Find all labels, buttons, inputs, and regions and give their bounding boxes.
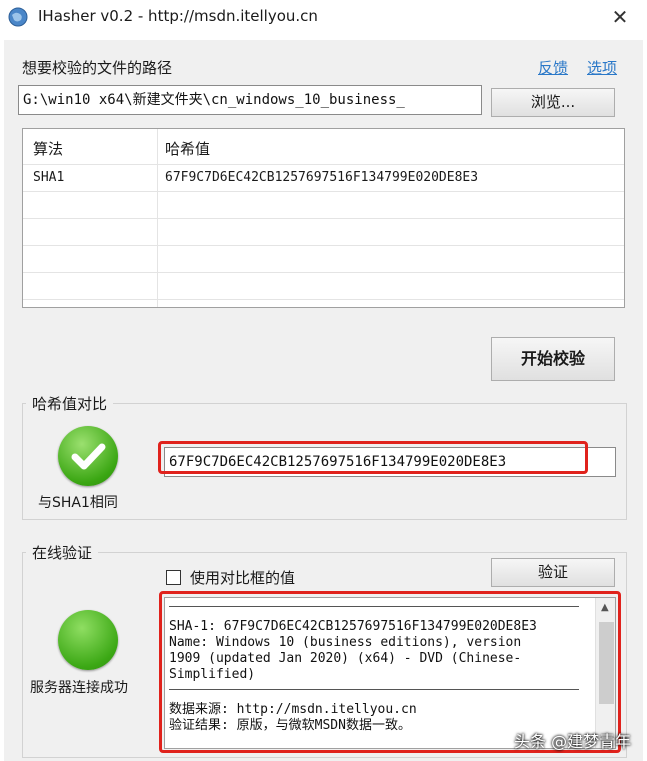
verify-button[interactable]: 验证 xyxy=(491,558,615,587)
file-path-input[interactable]: G:\win10 x64\新建文件夹\cn_windows_10_busines… xyxy=(18,85,482,115)
row-hash: 67F9C7D6EC42CB1257697516F134799E020DE8E3 xyxy=(165,170,479,185)
header-algorithm: 算法 xyxy=(33,140,64,158)
table-row[interactable]: SHA1 67F9C7D6EC42CB1257697516F134799E020… xyxy=(23,165,624,192)
use-compare-label: 使用对比框的值 xyxy=(190,569,296,587)
compare-highlight-box xyxy=(158,441,588,474)
compare-status-text: 与SHA1相同 xyxy=(38,495,118,511)
feedback-link[interactable]: 反馈 xyxy=(538,57,568,78)
close-icon[interactable]: ✕ xyxy=(606,5,634,29)
table-header-row: 算法 哈希值 xyxy=(23,129,624,165)
title-bar: IHasher v0.2 - http://msdn.itellyou.cn ✕ xyxy=(0,0,647,34)
table-row-empty xyxy=(23,246,624,273)
options-link[interactable]: 选项 xyxy=(587,57,617,78)
online-status-text: 服务器连接成功 xyxy=(30,680,128,696)
check-circle-icon xyxy=(58,426,118,486)
start-verify-button[interactable]: 开始校验 xyxy=(491,337,615,381)
compare-group-title: 哈希值对比 xyxy=(26,393,114,414)
row-algorithm: SHA1 xyxy=(33,170,65,185)
checkmark-icon xyxy=(71,443,106,470)
app-globe-icon xyxy=(8,7,28,27)
table-row-empty xyxy=(23,219,624,246)
table-row-empty xyxy=(23,192,624,219)
hash-table: 算法 哈希值 SHA1 67F9C7D6EC42CB1257697516F134… xyxy=(22,128,625,308)
header-hash: 哈希值 xyxy=(165,140,211,158)
table-row-empty xyxy=(23,273,624,300)
browse-button[interactable]: 浏览... xyxy=(491,88,615,117)
online-group-title: 在线验证 xyxy=(26,542,99,563)
green-status-icon xyxy=(58,610,118,670)
watermark-text: 头条 @建梦青年 xyxy=(514,732,632,751)
file-path-label: 想要校验的文件的路径 xyxy=(22,59,173,77)
window-title: IHasher v0.2 - http://msdn.itellyou.cn xyxy=(38,7,318,25)
use-compare-checkbox[interactable] xyxy=(166,570,181,585)
